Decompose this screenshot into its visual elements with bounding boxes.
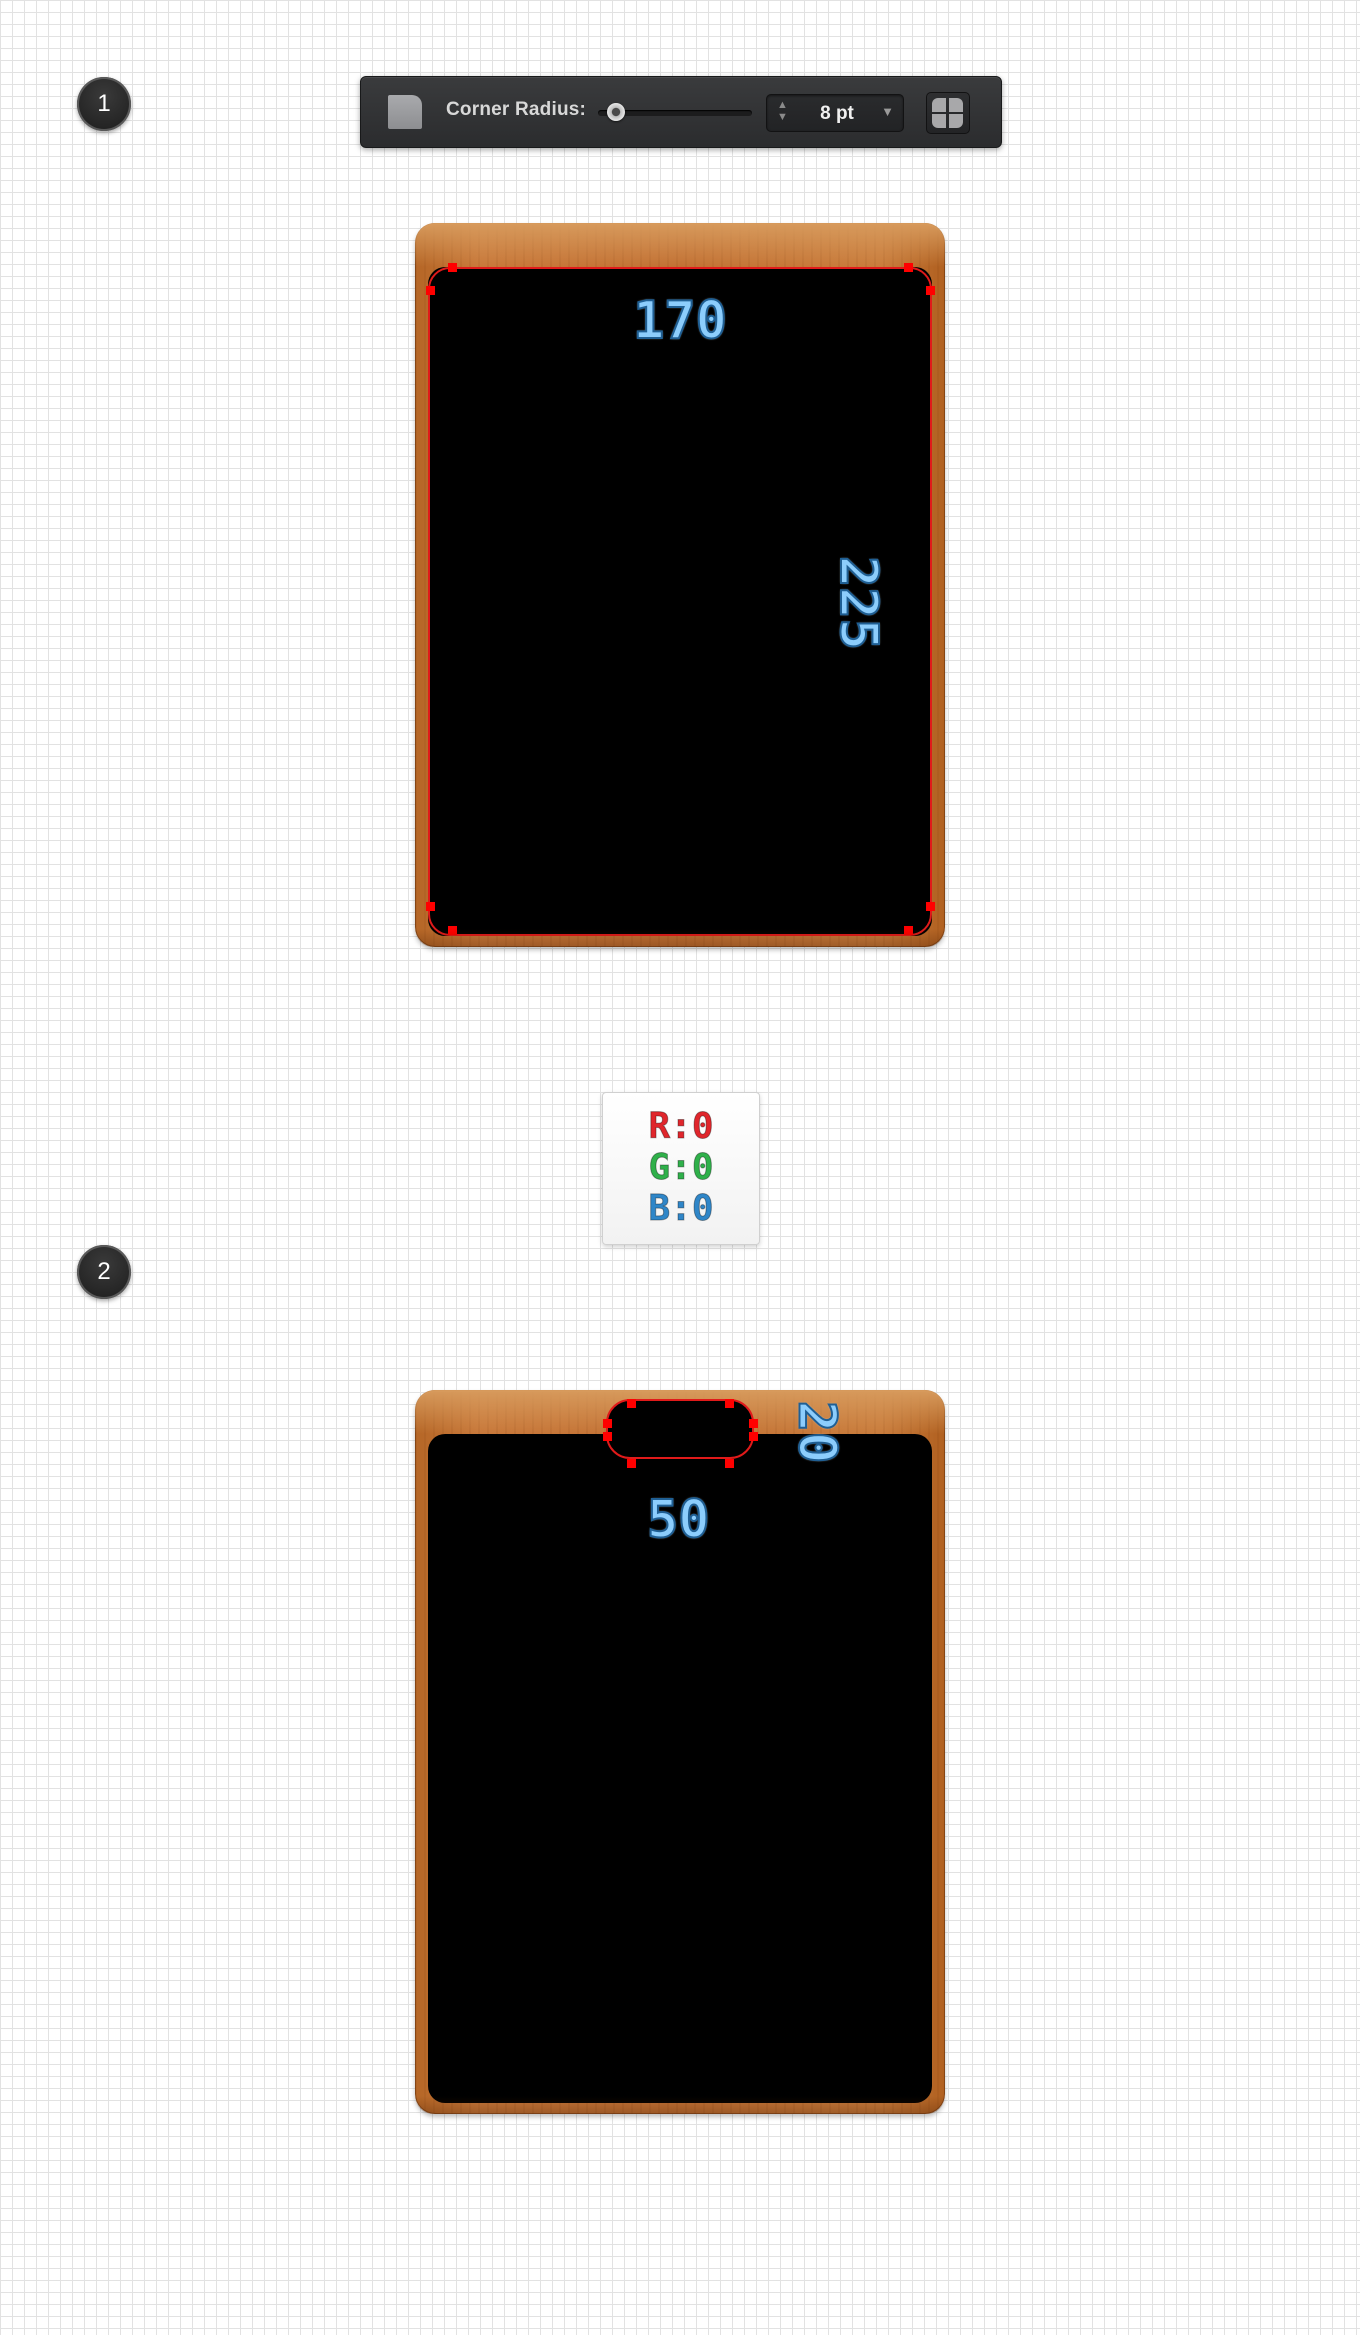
anchor-point[interactable] — [725, 1399, 734, 1408]
corners-icon[interactable] — [926, 92, 970, 134]
anchor-point[interactable] — [603, 1419, 612, 1428]
anchor-point[interactable] — [749, 1432, 758, 1441]
handle-width-dimension-label: 50 — [646, 1489, 711, 1551]
height-dimension-label: 225 — [827, 555, 889, 651]
anchor-point[interactable] — [749, 1419, 758, 1428]
anchor-point[interactable] — [904, 926, 913, 935]
corner-radius-label: Corner Radius: — [446, 99, 587, 120]
color-swatch: R:0 G:0 B:0 — [602, 1092, 760, 1245]
clipboard-step-1: 170 225 — [415, 223, 945, 947]
corner-radius-stepper[interactable]: ▲ ▼ 8 pt ▼ — [766, 94, 904, 132]
board-highlight — [415, 223, 945, 267]
clipboard-step-2: 50 20 — [415, 1390, 945, 2114]
rounded-rectangle-icon[interactable] — [388, 95, 422, 129]
red-value: R:0 — [648, 1106, 714, 1147]
step-2-badge: 2 — [77, 1245, 131, 1299]
anchor-point[interactable] — [448, 263, 457, 272]
green-value: G:0 — [648, 1147, 714, 1188]
step-1-badge: 1 — [77, 77, 131, 131]
anchor-point[interactable] — [627, 1459, 636, 1468]
anchor-point[interactable] — [904, 263, 913, 272]
anchor-point[interactable] — [426, 902, 435, 911]
slider-thumb[interactable] — [607, 103, 625, 121]
width-dimension-label: 170 — [632, 290, 728, 352]
anchor-point[interactable] — [926, 902, 935, 911]
stepper-arrows-icon[interactable]: ▲ ▼ — [777, 99, 788, 123]
anchor-point[interactable] — [426, 286, 435, 295]
corner-radius-value[interactable]: 8 pt — [807, 103, 867, 125]
corner-radius-toolbar: Corner Radius: ▲ ▼ 8 pt ▼ — [360, 76, 1002, 148]
blue-value: B:0 — [648, 1188, 714, 1229]
clip-handle-rectangle[interactable] — [606, 1399, 754, 1459]
handle-height-dimension-label: 20 — [785, 1400, 847, 1465]
anchor-point[interactable] — [725, 1459, 734, 1468]
anchor-point[interactable] — [603, 1432, 612, 1441]
anchor-point[interactable] — [448, 926, 457, 935]
anchor-point[interactable] — [627, 1399, 636, 1408]
chevron-down-icon[interactable]: ▼ — [881, 104, 894, 119]
anchor-point[interactable] — [926, 286, 935, 295]
